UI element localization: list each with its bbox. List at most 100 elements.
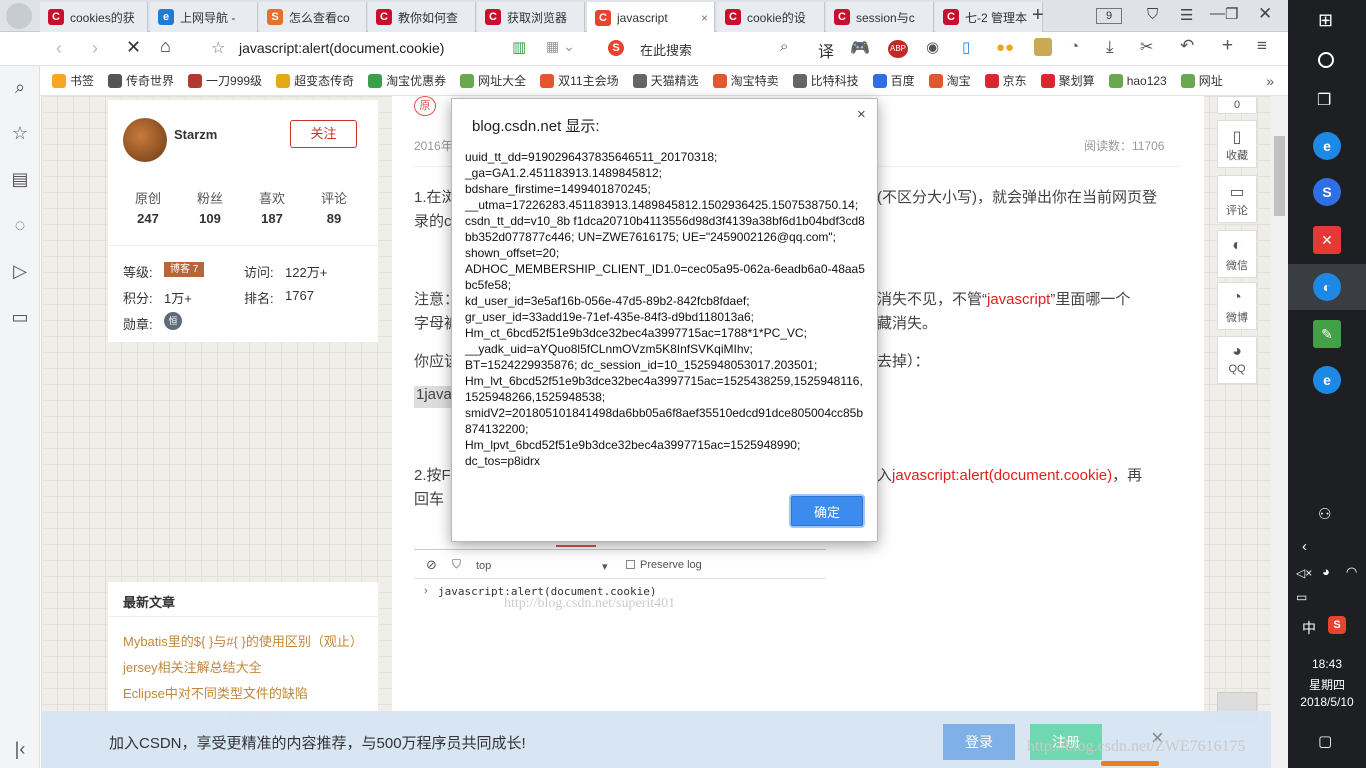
battery-icon[interactable]: ▭ — [1296, 590, 1307, 604]
people-icon[interactable]: ⚇ — [1318, 505, 1331, 523]
login-button[interactable]: 登录 — [943, 724, 1015, 760]
search-input[interactable]: 在此搜索 — [640, 40, 692, 59]
medal-icon[interactable]: 恒 — [164, 312, 182, 330]
profile-stat[interactable]: 喜欢 187 — [242, 188, 302, 226]
hamburger-icon[interactable]: ≡ — [1257, 36, 1267, 56]
bookmark-item[interactable]: 淘宝特卖 — [712, 72, 779, 89]
more-bookmarks-icon[interactable]: » — [1266, 73, 1274, 89]
ime-indicator[interactable]: 中 — [1302, 618, 1316, 638]
browser-icon[interactable]: ◐ — [1313, 273, 1341, 301]
bookmark-item[interactable]: 聚划算 — [1040, 72, 1095, 89]
sogou-ime-icon[interactable]: S — [1328, 616, 1346, 634]
search-icon[interactable]: ⌕ — [9, 76, 31, 98]
new-tab-button[interactable]: + — [1032, 4, 1044, 27]
bookmark-item[interactable]: 百度 — [872, 72, 915, 89]
bookmark-item[interactable]: 一刀999级 — [188, 72, 262, 89]
shirt-icon[interactable]: ⛉ — [1147, 6, 1158, 23]
ie-icon[interactable]: e — [1313, 132, 1341, 160]
bookmark-item[interactable]: 书签 — [52, 72, 94, 89]
url-input[interactable]: javascript:alert(document.cookie) — [239, 40, 444, 56]
bookmark-item[interactable]: 天猫精选 — [632, 72, 699, 89]
tab-close-icon[interactable]: × — [701, 11, 708, 25]
profile-stat[interactable]: 原创 247 — [118, 188, 178, 226]
profile-stat[interactable]: 粉丝 109 — [180, 188, 240, 226]
bookmark-item[interactable]: 网址 — [1180, 72, 1223, 89]
windows-start-icon[interactable]: ⊞ — [1318, 10, 1333, 31]
video-icon[interactable]: ▷ — [9, 260, 31, 282]
close-window-button[interactable]: ✕ — [1258, 4, 1272, 24]
clock-date[interactable]: 2018/5/10 — [1288, 695, 1366, 709]
evernote-icon[interactable]: ✎ — [1313, 320, 1341, 348]
tab-3[interactable]: S 怎么查看co — [259, 2, 367, 32]
share-button[interactable]: 0 — [1217, 96, 1257, 114]
stop-icon[interactable]: ✕ — [126, 37, 141, 58]
tab-2[interactable]: e 上网导航 - — [150, 2, 258, 32]
profile-name[interactable]: Starzm — [174, 127, 217, 142]
bookmark-item[interactable]: 超变态传奇 — [276, 72, 354, 89]
favorites-icon[interactable]: ☆ — [9, 122, 31, 144]
edge-icon[interactable]: e — [1313, 366, 1341, 394]
task-view-icon[interactable]: ❐ — [1317, 90, 1331, 110]
bookmark-item[interactable]: 淘宝优惠券 — [368, 72, 446, 89]
cortana-icon[interactable] — [1318, 52, 1334, 68]
tab-9[interactable]: C 七-2 管理本 — [935, 2, 1043, 32]
recent-article-link[interactable]: Eclipse中对不同类型文件的缺陷 — [123, 683, 308, 702]
follow-button[interactable]: 关注 — [290, 120, 357, 148]
forward-icon[interactable]: › — [92, 38, 98, 59]
chat-icon[interactable]: ◌ — [9, 214, 31, 236]
volume-icon[interactable]: ◁× — [1296, 566, 1312, 580]
qq-tray-icon[interactable]: ◕ — [1322, 564, 1330, 579]
camera-icon[interactable]: ▭ — [9, 306, 31, 328]
bookmark-item[interactable]: 比特科技 — [792, 72, 859, 89]
undo-icon[interactable]: ↶ — [1180, 36, 1194, 56]
back-icon[interactable]: ‹ — [56, 38, 62, 59]
clock-time[interactable]: 18:43 — [1288, 657, 1366, 671]
minimize-button[interactable]: — — [1210, 5, 1225, 22]
phone-icon[interactable]: ▯ — [962, 38, 970, 56]
bulb-icon[interactable]: ◉ — [926, 38, 939, 56]
star-icon[interactable]: ☆ — [211, 38, 225, 58]
tab-4[interactable]: C 教你如何查 — [368, 2, 476, 32]
bookmark-item[interactable]: 网址大全 — [460, 72, 526, 89]
notification-icon[interactable]: ▢ — [1318, 732, 1332, 750]
menu-icon[interactable]: ☰ — [1180, 6, 1193, 24]
tab-7[interactable]: Ccookie的设 — [717, 2, 825, 32]
scissors-icon[interactable]: ✂ — [1140, 37, 1153, 57]
download-icon[interactable]: ⤓ — [1106, 37, 1114, 57]
profile-stat[interactable]: 评论 89 — [304, 188, 364, 226]
add-icon[interactable]: + — [1222, 35, 1233, 57]
share-button[interactable]: ◕ QQ — [1217, 336, 1257, 384]
dialog-close-icon[interactable]: × — [857, 106, 866, 123]
bookmark-item[interactable]: 京东 — [984, 72, 1027, 89]
search-icon[interactable]: ⌕ — [780, 38, 788, 55]
profile-avatar[interactable] — [123, 118, 167, 162]
bookmark-item[interactable]: hao123 — [1108, 73, 1167, 88]
wifi-icon[interactable]: ◠ — [1346, 564, 1357, 580]
qr-icon[interactable]: ▦ ⌄ — [546, 38, 575, 55]
game-icon[interactable]: 🎮 — [850, 38, 870, 58]
sogou-icon[interactable]: S — [1313, 178, 1341, 206]
collapse-icon[interactable]: |‹ — [9, 738, 31, 760]
share-button[interactable]: ▯ 收藏 — [1217, 120, 1257, 168]
reading-icon[interactable]: ▤ — [9, 168, 31, 190]
adblock-icon[interactable]: ABP — [888, 40, 908, 58]
tab-8[interactable]: Csession与c — [826, 2, 934, 32]
share-button[interactable]: ◔ 微博 — [1217, 282, 1257, 330]
share-button[interactable]: ▭ 评论 — [1217, 175, 1257, 223]
ok-button[interactable]: 确定 — [791, 496, 863, 526]
share-button[interactable]: ◐ 微信 — [1217, 230, 1257, 278]
bookmark-item[interactable]: 双11主会场 — [540, 72, 619, 89]
scrollbar[interactable] — [1271, 96, 1288, 768]
recent-article-link[interactable]: Mybatis里的${ }与#{ }的使用区别（观止） — [123, 631, 363, 650]
note-icon[interactable] — [1034, 38, 1052, 56]
coins-icon[interactable]: ●● — [996, 39, 1014, 56]
bookmark-item[interactable]: 传奇世界 — [108, 72, 174, 89]
search-engine-icon[interactable]: S — [608, 40, 624, 56]
tab-1[interactable]: Ccookies的获 — [40, 2, 148, 32]
home-icon[interactable]: ⌂ — [160, 36, 171, 57]
recent-article-link[interactable]: jersey相关注解总结大全 — [123, 657, 262, 676]
clock-weekday[interactable]: 星期四 — [1288, 676, 1366, 693]
tab-6[interactable]: Cjavascript × — [587, 2, 715, 33]
avatar[interactable] — [6, 3, 32, 29]
tab-count-badge[interactable]: 9 — [1096, 8, 1122, 24]
